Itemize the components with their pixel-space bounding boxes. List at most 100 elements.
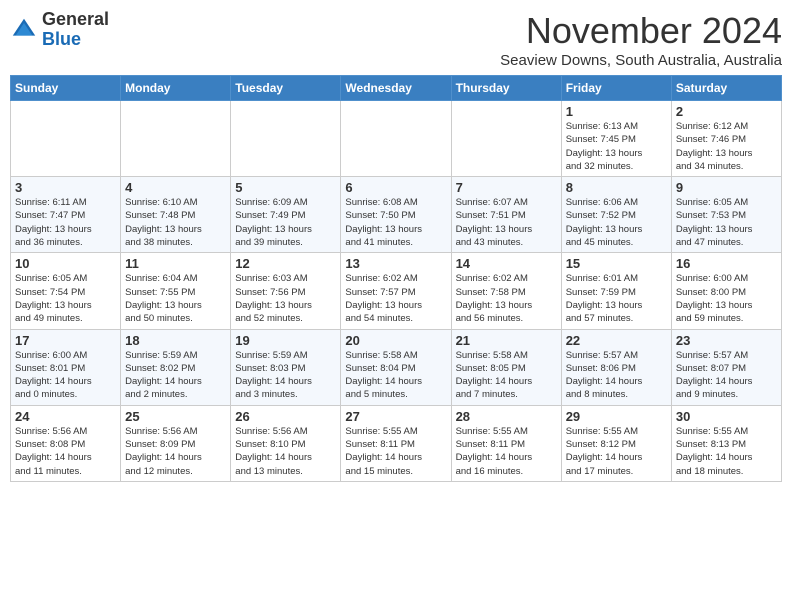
day-number: 12	[235, 256, 336, 271]
calendar-cell: 29Sunrise: 5:55 AM Sunset: 8:12 PM Dayli…	[561, 405, 671, 481]
calendar-cell: 1Sunrise: 6:13 AM Sunset: 7:45 PM Daylig…	[561, 101, 671, 177]
calendar-cell: 8Sunrise: 6:06 AM Sunset: 7:52 PM Daylig…	[561, 177, 671, 253]
day-info: Sunrise: 6:06 AM Sunset: 7:52 PM Dayligh…	[566, 196, 667, 249]
day-number: 6	[345, 180, 446, 195]
calendar-cell: 21Sunrise: 5:58 AM Sunset: 8:05 PM Dayli…	[451, 329, 561, 405]
logo-text: General Blue	[42, 10, 109, 50]
calendar-cell: 28Sunrise: 5:55 AM Sunset: 8:11 PM Dayli…	[451, 405, 561, 481]
weekday-header-wednesday: Wednesday	[341, 76, 451, 101]
day-info: Sunrise: 5:55 AM Sunset: 8:11 PM Dayligh…	[456, 425, 557, 478]
day-number: 1	[566, 104, 667, 119]
day-number: 23	[676, 333, 777, 348]
day-number: 5	[235, 180, 336, 195]
logo: General Blue	[10, 10, 109, 50]
day-number: 9	[676, 180, 777, 195]
day-number: 18	[125, 333, 226, 348]
day-info: Sunrise: 5:55 AM Sunset: 8:12 PM Dayligh…	[566, 425, 667, 478]
calendar-cell: 16Sunrise: 6:00 AM Sunset: 8:00 PM Dayli…	[671, 253, 781, 329]
day-info: Sunrise: 6:13 AM Sunset: 7:45 PM Dayligh…	[566, 120, 667, 173]
calendar-cell	[11, 101, 121, 177]
day-info: Sunrise: 6:10 AM Sunset: 7:48 PM Dayligh…	[125, 196, 226, 249]
day-info: Sunrise: 6:09 AM Sunset: 7:49 PM Dayligh…	[235, 196, 336, 249]
calendar-cell: 25Sunrise: 5:56 AM Sunset: 8:09 PM Dayli…	[121, 405, 231, 481]
day-info: Sunrise: 6:01 AM Sunset: 7:59 PM Dayligh…	[566, 272, 667, 325]
calendar-cell	[451, 101, 561, 177]
calendar-cell: 17Sunrise: 6:00 AM Sunset: 8:01 PM Dayli…	[11, 329, 121, 405]
calendar-week-row: 17Sunrise: 6:00 AM Sunset: 8:01 PM Dayli…	[11, 329, 782, 405]
calendar-week-row: 10Sunrise: 6:05 AM Sunset: 7:54 PM Dayli…	[11, 253, 782, 329]
day-number: 15	[566, 256, 667, 271]
day-info: Sunrise: 6:00 AM Sunset: 8:01 PM Dayligh…	[15, 349, 116, 402]
day-number: 7	[456, 180, 557, 195]
calendar-cell: 20Sunrise: 5:58 AM Sunset: 8:04 PM Dayli…	[341, 329, 451, 405]
day-info: Sunrise: 6:02 AM Sunset: 7:57 PM Dayligh…	[345, 272, 446, 325]
calendar-cell: 27Sunrise: 5:55 AM Sunset: 8:11 PM Dayli…	[341, 405, 451, 481]
calendar-cell: 23Sunrise: 5:57 AM Sunset: 8:07 PM Dayli…	[671, 329, 781, 405]
calendar-cell: 4Sunrise: 6:10 AM Sunset: 7:48 PM Daylig…	[121, 177, 231, 253]
day-info: Sunrise: 5:56 AM Sunset: 8:08 PM Dayligh…	[15, 425, 116, 478]
day-number: 27	[345, 409, 446, 424]
calendar-cell: 13Sunrise: 6:02 AM Sunset: 7:57 PM Dayli…	[341, 253, 451, 329]
day-number: 22	[566, 333, 667, 348]
calendar-cell: 11Sunrise: 6:04 AM Sunset: 7:55 PM Dayli…	[121, 253, 231, 329]
day-number: 28	[456, 409, 557, 424]
calendar-cell: 26Sunrise: 5:56 AM Sunset: 8:10 PM Dayli…	[231, 405, 341, 481]
day-info: Sunrise: 6:12 AM Sunset: 7:46 PM Dayligh…	[676, 120, 777, 173]
day-info: Sunrise: 5:58 AM Sunset: 8:05 PM Dayligh…	[456, 349, 557, 402]
calendar-cell: 9Sunrise: 6:05 AM Sunset: 7:53 PM Daylig…	[671, 177, 781, 253]
logo-icon	[10, 16, 38, 44]
weekday-header-tuesday: Tuesday	[231, 76, 341, 101]
page-header: General Blue November 2024 Seaview Downs…	[10, 10, 782, 69]
calendar-week-row: 24Sunrise: 5:56 AM Sunset: 8:08 PM Dayli…	[11, 405, 782, 481]
day-info: Sunrise: 5:56 AM Sunset: 8:09 PM Dayligh…	[125, 425, 226, 478]
calendar-cell: 2Sunrise: 6:12 AM Sunset: 7:46 PM Daylig…	[671, 101, 781, 177]
calendar-cell: 30Sunrise: 5:55 AM Sunset: 8:13 PM Dayli…	[671, 405, 781, 481]
calendar-cell: 7Sunrise: 6:07 AM Sunset: 7:51 PM Daylig…	[451, 177, 561, 253]
day-number: 25	[125, 409, 226, 424]
day-info: Sunrise: 6:11 AM Sunset: 7:47 PM Dayligh…	[15, 196, 116, 249]
day-number: 4	[125, 180, 226, 195]
calendar-header-row: SundayMondayTuesdayWednesdayThursdayFrid…	[11, 76, 782, 101]
day-info: Sunrise: 5:59 AM Sunset: 8:02 PM Dayligh…	[125, 349, 226, 402]
weekday-header-sunday: Sunday	[11, 76, 121, 101]
weekday-header-monday: Monday	[121, 76, 231, 101]
calendar-cell: 15Sunrise: 6:01 AM Sunset: 7:59 PM Dayli…	[561, 253, 671, 329]
day-number: 3	[15, 180, 116, 195]
day-info: Sunrise: 5:57 AM Sunset: 8:07 PM Dayligh…	[676, 349, 777, 402]
day-info: Sunrise: 5:56 AM Sunset: 8:10 PM Dayligh…	[235, 425, 336, 478]
day-number: 14	[456, 256, 557, 271]
weekday-header-thursday: Thursday	[451, 76, 561, 101]
day-info: Sunrise: 6:04 AM Sunset: 7:55 PM Dayligh…	[125, 272, 226, 325]
day-number: 10	[15, 256, 116, 271]
day-number: 21	[456, 333, 557, 348]
location-subtitle: Seaview Downs, South Australia, Australi…	[500, 52, 782, 69]
calendar-week-row: 1Sunrise: 6:13 AM Sunset: 7:45 PM Daylig…	[11, 101, 782, 177]
day-info: Sunrise: 5:58 AM Sunset: 8:04 PM Dayligh…	[345, 349, 446, 402]
calendar-cell: 12Sunrise: 6:03 AM Sunset: 7:56 PM Dayli…	[231, 253, 341, 329]
weekday-header-friday: Friday	[561, 76, 671, 101]
day-number: 20	[345, 333, 446, 348]
day-number: 8	[566, 180, 667, 195]
day-info: Sunrise: 6:08 AM Sunset: 7:50 PM Dayligh…	[345, 196, 446, 249]
calendar-cell: 5Sunrise: 6:09 AM Sunset: 7:49 PM Daylig…	[231, 177, 341, 253]
day-info: Sunrise: 6:05 AM Sunset: 7:53 PM Dayligh…	[676, 196, 777, 249]
day-info: Sunrise: 6:00 AM Sunset: 8:00 PM Dayligh…	[676, 272, 777, 325]
calendar-cell: 10Sunrise: 6:05 AM Sunset: 7:54 PM Dayli…	[11, 253, 121, 329]
calendar-cell: 22Sunrise: 5:57 AM Sunset: 8:06 PM Dayli…	[561, 329, 671, 405]
calendar-cell	[341, 101, 451, 177]
calendar-cell: 14Sunrise: 6:02 AM Sunset: 7:58 PM Dayli…	[451, 253, 561, 329]
calendar-week-row: 3Sunrise: 6:11 AM Sunset: 7:47 PM Daylig…	[11, 177, 782, 253]
calendar-cell: 18Sunrise: 5:59 AM Sunset: 8:02 PM Dayli…	[121, 329, 231, 405]
day-number: 2	[676, 104, 777, 119]
day-number: 26	[235, 409, 336, 424]
calendar-cell	[231, 101, 341, 177]
day-number: 16	[676, 256, 777, 271]
calendar-cell	[121, 101, 231, 177]
day-number: 11	[125, 256, 226, 271]
day-info: Sunrise: 5:55 AM Sunset: 8:13 PM Dayligh…	[676, 425, 777, 478]
day-number: 17	[15, 333, 116, 348]
calendar-cell: 3Sunrise: 6:11 AM Sunset: 7:47 PM Daylig…	[11, 177, 121, 253]
month-title: November 2024	[500, 10, 782, 52]
day-info: Sunrise: 6:05 AM Sunset: 7:54 PM Dayligh…	[15, 272, 116, 325]
day-number: 29	[566, 409, 667, 424]
